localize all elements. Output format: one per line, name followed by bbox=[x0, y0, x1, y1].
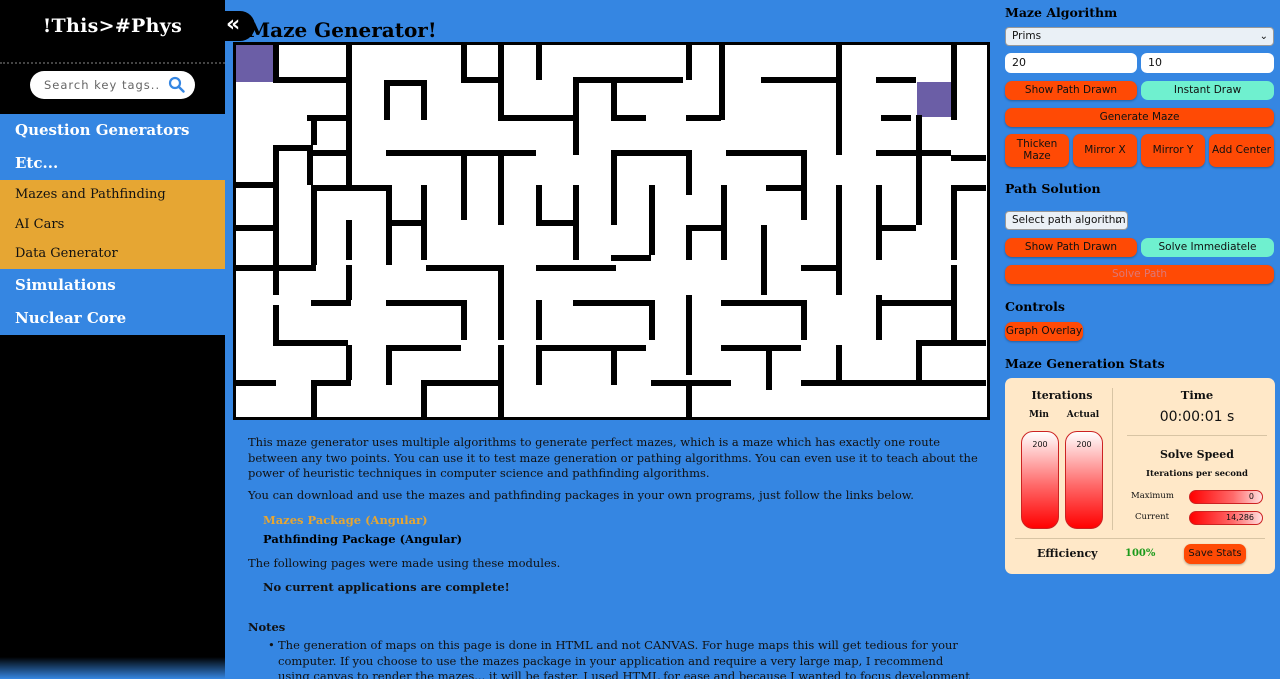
solve-path-button[interactable]: Solve Path bbox=[1005, 265, 1274, 284]
nav-nuclear-core[interactable]: Nuclear Core bbox=[0, 301, 225, 335]
ips-label: Iterations per second bbox=[1146, 469, 1248, 479]
maze-walls bbox=[236, 45, 986, 417]
efficiency-label: Efficiency bbox=[1037, 547, 1098, 560]
save-stats-button[interactable]: Save Stats bbox=[1184, 544, 1246, 564]
generate-maze-button[interactable]: Generate Maze bbox=[1005, 108, 1274, 127]
collapse-sidebar-button[interactable]: « bbox=[221, 11, 255, 41]
nav-simulations[interactable]: Simulations bbox=[0, 268, 225, 302]
download-paragraph: You can download and use the mazes and p… bbox=[248, 488, 914, 502]
stats-card: Iterations Min Actual 200 200 Time 00:00… bbox=[1005, 378, 1275, 574]
pathfinding-package-link[interactable]: Pathfinding Package (Angular) bbox=[263, 532, 462, 548]
min-iterations-value: 200 bbox=[1032, 440, 1048, 449]
time-label: Time bbox=[1180, 388, 1214, 402]
actual-iterations-bar: 200 bbox=[1065, 431, 1103, 529]
maze-algorithm-title: Maze Algorithm bbox=[1005, 5, 1118, 20]
path-algorithm-select[interactable]: Select path algorithm ⌄ bbox=[1005, 211, 1128, 230]
note-text: The generation of maps on this page is d… bbox=[278, 638, 970, 679]
time-value: 00:00:01 s bbox=[1159, 409, 1235, 425]
controls-title: Controls bbox=[1005, 299, 1065, 314]
sidebar-fade bbox=[0, 657, 225, 679]
note-item: • The generation of maps on this page is… bbox=[268, 638, 978, 679]
bullet-icon: • bbox=[268, 638, 275, 652]
solve-speed-label: Solve Speed bbox=[1159, 448, 1234, 461]
maze-width-input[interactable]: 20 bbox=[1005, 53, 1137, 73]
mirror-y-button[interactable]: Mirror Y bbox=[1141, 134, 1205, 167]
path-algorithm-placeholder: Select path algorithm bbox=[1012, 214, 1126, 226]
search-container bbox=[0, 64, 225, 112]
nav-mazes-and-pathfinding[interactable]: Mazes and Pathfinding bbox=[0, 180, 225, 210]
algorithm-selected-value: Prims bbox=[1012, 30, 1042, 42]
chevron-down-icon: ⌄ bbox=[1259, 31, 1268, 42]
time-divider bbox=[1127, 435, 1267, 436]
chevron-down-icon: ⌄ bbox=[1113, 215, 1122, 226]
efficiency-value: 100% bbox=[1125, 548, 1156, 559]
page-title: Maze Generator! bbox=[248, 18, 437, 42]
stats-title: Maze Generation Stats bbox=[1005, 356, 1165, 371]
path-solution-title: Path Solution bbox=[1005, 181, 1101, 196]
show-path-drawn-button[interactable]: Show Path Drawn bbox=[1005, 81, 1137, 100]
solve-immediately-button[interactable]: Solve Immediatele bbox=[1141, 238, 1274, 257]
nav-question-generators[interactable]: Question Generators bbox=[0, 114, 225, 147]
nav-ai-cars[interactable]: AI Cars bbox=[0, 210, 225, 240]
sidebar: !This>#Phys Question Generators Etc... M… bbox=[0, 0, 225, 679]
maximum-label: Maximum bbox=[1131, 491, 1174, 501]
add-center-button[interactable]: Add Center bbox=[1209, 134, 1274, 167]
graph-overlay-button[interactable]: Graph Overlay bbox=[1005, 322, 1083, 341]
search-input[interactable] bbox=[30, 71, 160, 99]
current-label: Current bbox=[1135, 512, 1170, 522]
intro-paragraph: This maze generator uses multiple algori… bbox=[248, 435, 978, 480]
modules-paragraph: The following pages were made using thes… bbox=[248, 556, 561, 570]
nav-etc-submenu: Mazes and Pathfinding AI Cars Data Gener… bbox=[0, 180, 225, 269]
stats-divider bbox=[1112, 388, 1113, 530]
min-label: Min bbox=[1029, 410, 1049, 420]
maze-height-input[interactable]: 10 bbox=[1141, 53, 1274, 73]
notes-heading: Notes bbox=[248, 620, 286, 634]
brand-logo[interactable]: !This>#Phys bbox=[0, 0, 225, 62]
mirror-x-button[interactable]: Mirror X bbox=[1073, 134, 1137, 167]
maze-end-cell bbox=[917, 82, 951, 117]
actual-iterations-value: 200 bbox=[1076, 440, 1092, 449]
no-apps-text: No current applications are complete! bbox=[263, 580, 510, 594]
maze-grid[interactable] bbox=[233, 42, 990, 420]
maximum-speed-bar: 0 bbox=[1189, 490, 1263, 504]
iterations-label: Iterations bbox=[1031, 389, 1093, 402]
nav-etc[interactable]: Etc... bbox=[0, 147, 225, 180]
actual-label: Actual bbox=[1066, 410, 1100, 420]
search-box bbox=[30, 71, 195, 99]
thicken-maze-button[interactable]: Thicken Maze bbox=[1005, 134, 1069, 167]
mazes-package-link[interactable]: Mazes Package (Angular) bbox=[263, 513, 428, 529]
min-iterations-bar: 200 bbox=[1021, 431, 1059, 529]
algorithm-select[interactable]: Prims ⌄ bbox=[1005, 27, 1274, 46]
maze-start-cell bbox=[236, 45, 273, 82]
nav-data-generator[interactable]: Data Generator bbox=[0, 239, 225, 269]
instant-draw-button[interactable]: Instant Draw bbox=[1141, 81, 1274, 100]
efficiency-divider bbox=[1015, 538, 1265, 539]
current-speed-bar: 14,286 bbox=[1189, 511, 1263, 525]
search-icon[interactable] bbox=[168, 76, 185, 97]
show-path-drawn-button-2[interactable]: Show Path Drawn bbox=[1005, 238, 1137, 257]
